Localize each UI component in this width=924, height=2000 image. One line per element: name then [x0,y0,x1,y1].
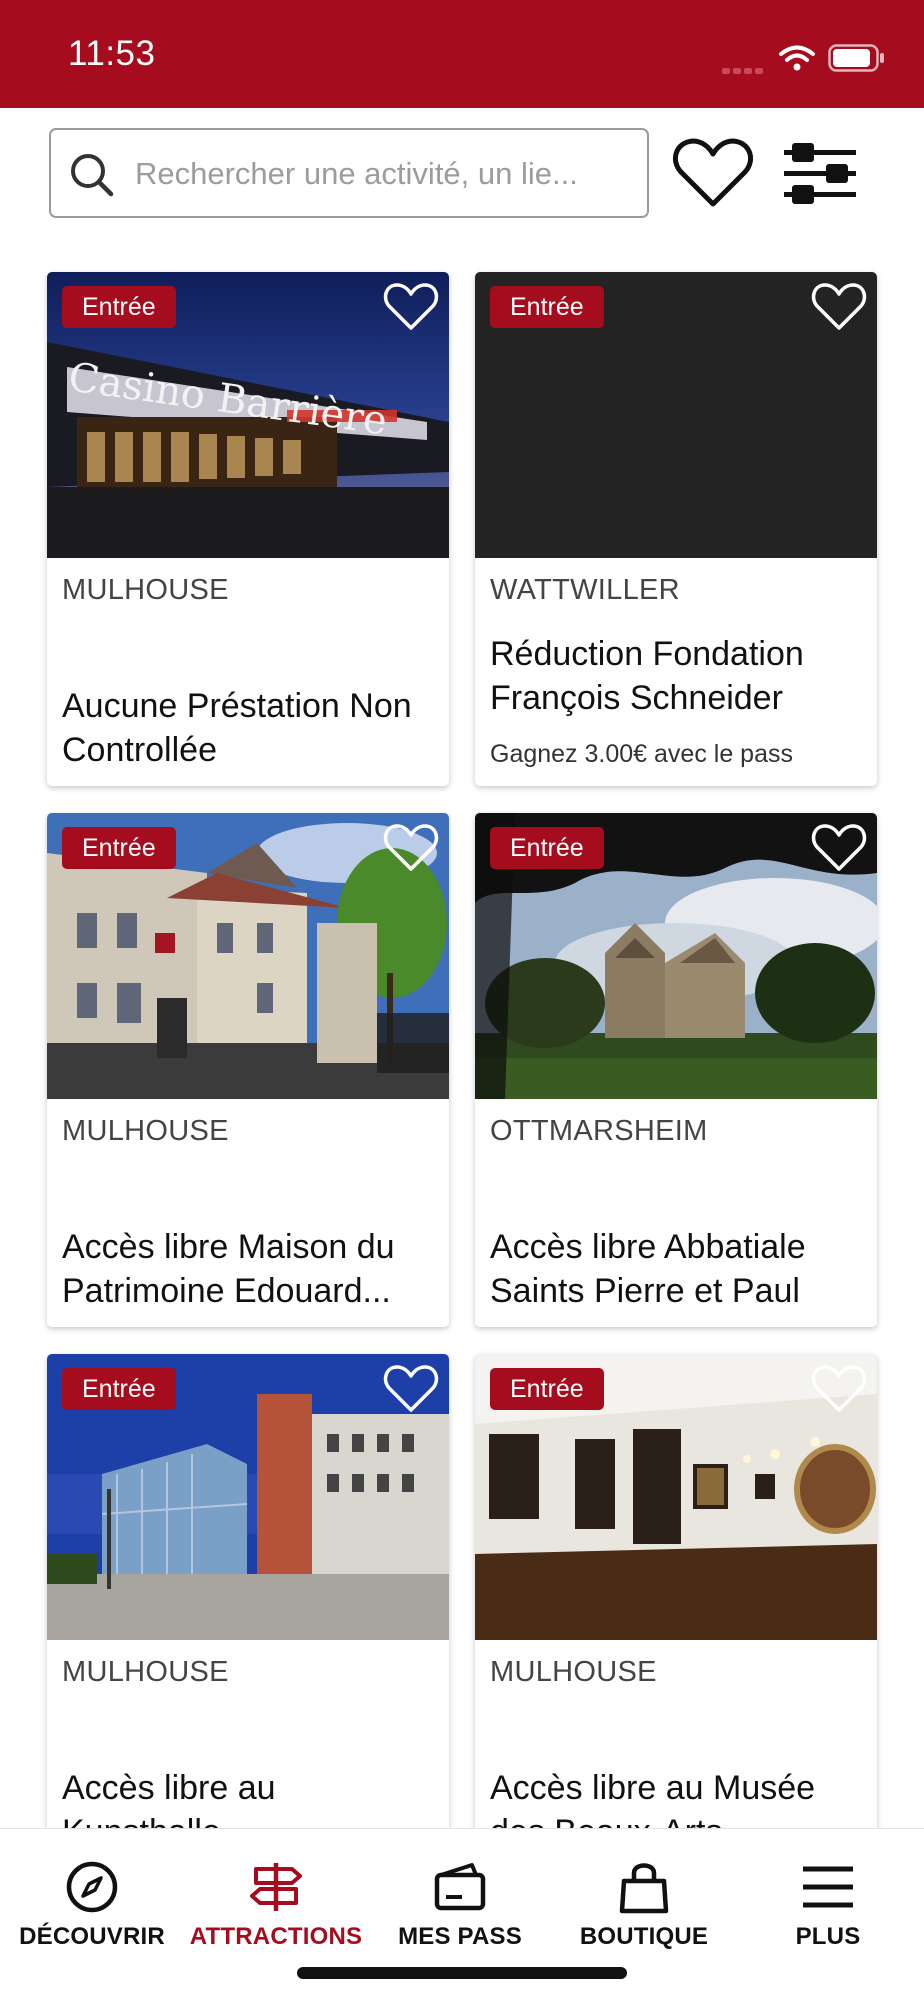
card-title: Accès libre Abbatiale Saints Pierre et P… [490,1228,806,1310]
filter-sliders-icon[interactable] [782,140,858,208]
entry-badge: Entrée [62,1368,176,1410]
attraction-card[interactable]: Casino Barrière Entrée MULHOUSE Aucune P… [47,272,449,786]
card-title: Accès libre Maison du Patrimoine Edouard… [62,1228,395,1310]
card-title: Réduction Fondation François Schneider [490,635,804,717]
wifi-icon [779,45,815,71]
attraction-card[interactable]: Entrée OTTMARSHEIM Accès libre Abbatiale… [475,813,877,1327]
entry-badge: Entrée [490,827,604,869]
attractions-screen: 11:53 Rechercher une activité, un lie... [0,0,924,2000]
search-icon [71,154,114,197]
search-input[interactable]: Rechercher une activité, un lie... [49,128,649,218]
card-city: OTTMARSHEIM [490,1115,708,1147]
favorite-heart-icon[interactable] [383,282,439,332]
entry-badge: Entrée [62,286,176,328]
card-city: MULHOUSE [62,1115,229,1147]
tab-label: ATTRACTIONS [189,1923,363,1950]
home-indicator [297,1967,627,1979]
signpost-icon [250,1863,302,1911]
attraction-card[interactable]: Entrée MULHOUSE Accès libre au Kunsthall… [47,1354,449,1868]
tab-decouvrir[interactable]: DÉCOUVRIR [0,1829,184,1959]
favorite-heart-icon[interactable] [383,1364,439,1414]
search-placeholder: Rechercher une activité, un lie... [135,156,578,191]
tab-plus[interactable]: PLUS [736,1829,920,1959]
menu-icon [803,1866,853,1908]
card-city: WATTWILLER [490,574,680,606]
card-city: MULHOUSE [490,1656,657,1688]
entry-badge: Entrée [490,1368,604,1410]
favorites-heart-icon[interactable] [672,136,754,210]
favorite-heart-icon[interactable] [811,282,867,332]
card-city: MULHOUSE [62,1656,229,1688]
tab-attractions[interactable]: ATTRACTIONS [184,1829,368,1959]
tab-mes-pass[interactable]: MES PASS [368,1829,552,1959]
cellular-signal-icon [722,61,768,74]
tab-label: PLUS [795,1923,861,1950]
favorite-heart-icon[interactable] [811,823,867,873]
card-city: MULHOUSE [62,574,229,606]
wallet-icon [434,1863,486,1911]
attraction-card[interactable]: Entrée WATTWILLER Réduction Fondation Fr… [475,272,877,786]
shopping-bag-icon [619,1863,669,1914]
tab-boutique[interactable]: BOUTIQUE [552,1829,736,1959]
tab-label: DÉCOUVRIR [19,1923,165,1950]
entry-badge: Entrée [62,827,176,869]
favorite-heart-icon[interactable] [811,1364,867,1414]
attraction-card[interactable]: Entrée MULHOUSE Accès libre Maison du Pa… [47,813,449,1327]
tab-label: MES PASS [398,1923,522,1950]
tab-label: BOUTIQUE [579,1923,709,1950]
compass-icon [66,1861,118,1913]
battery-icon [828,44,884,72]
attraction-card[interactable]: Entrée MULHOUSE Accès libre au Musée des… [475,1354,877,1868]
favorite-heart-icon[interactable] [383,823,439,873]
entry-badge: Entrée [490,286,604,328]
card-title: Aucune Préstation Non Controllée [62,687,412,769]
card-savings: Gagnez 3.00€ avec le pass [490,740,793,768]
status-time: 11:53 [68,34,156,73]
status-bar: 11:53 [0,0,924,108]
